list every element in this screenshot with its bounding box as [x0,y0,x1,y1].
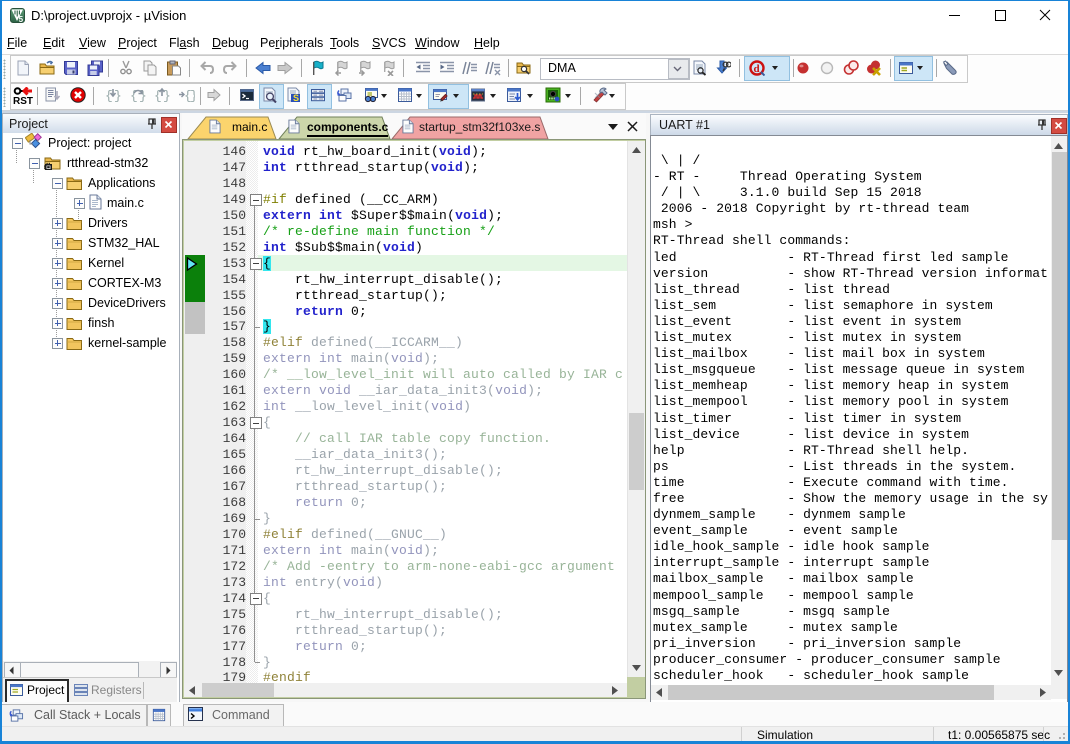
svg-text:}: } [114,89,121,104]
svg-text:}: } [190,89,195,104]
svg-text:RST: RST [13,96,33,105]
svg-text:S: S [293,93,299,103]
svg-text:d: d [754,63,760,75]
svg-text:{: { [105,89,113,104]
svg-text:5: 5 [19,15,24,23]
